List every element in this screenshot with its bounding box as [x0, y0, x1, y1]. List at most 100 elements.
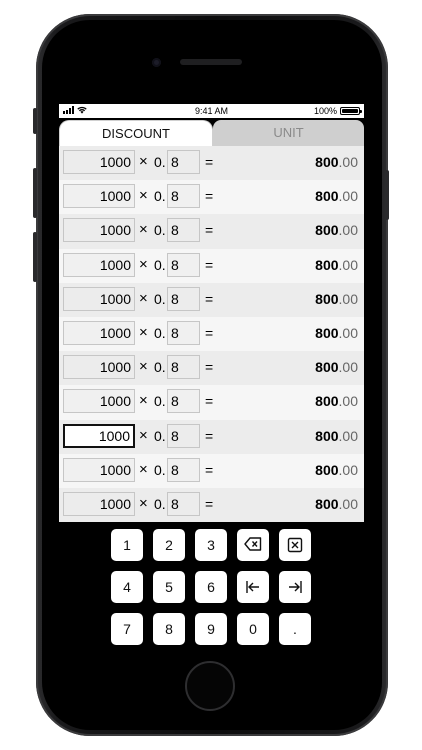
backspace-key[interactable] [237, 529, 269, 561]
earpiece-speaker [180, 59, 242, 65]
tab-bar: DISCOUNT UNIT [59, 118, 364, 146]
key-1[interactable]: 1 [111, 529, 143, 561]
calculation-list: 1000 × 0. 8 = 800.00 1000 × 0. 8 = 800.0… [59, 146, 364, 523]
rate-input[interactable]: 8 [167, 355, 200, 380]
key-5[interactable]: 5 [153, 571, 185, 603]
rate-input[interactable]: 8 [167, 252, 200, 277]
calc-row: 1000 × 0. 8 = 800.00 [59, 180, 364, 215]
rate-input[interactable]: 8 [167, 491, 200, 516]
numeric-keypad: 1 2 3 4 5 6 7 8 9 0 . [59, 522, 364, 648]
amount-input[interactable]: 1000 [63, 218, 135, 243]
move-right-key[interactable] [279, 571, 311, 603]
amount-input[interactable]: 1000 [63, 252, 135, 277]
calc-row: 1000 × 0. 8 = 800.00 [59, 385, 364, 420]
rate-prefix: 0. [154, 461, 166, 478]
tab-unit[interactable]: UNIT [213, 120, 364, 146]
calc-row: 1000 × 0. 8 = 800.00 [59, 146, 364, 181]
times-sign: × [139, 221, 148, 239]
key-3[interactable]: 3 [195, 529, 227, 561]
equals-sign: = [205, 188, 214, 205]
times-sign: × [139, 323, 148, 341]
equals-sign: = [205, 461, 214, 478]
times-sign: × [139, 494, 148, 512]
calc-row: 1000 × 0. 8 = 800.00 [59, 487, 364, 523]
calc-row: 1000 × 0. 8 = 800.00 [59, 214, 364, 249]
amount-input[interactable]: 1000 [63, 457, 135, 482]
move-left-icon [246, 581, 259, 593]
home-button[interactable] [185, 661, 235, 711]
times-sign: × [139, 426, 148, 444]
move-left-key[interactable] [237, 571, 269, 603]
result-value: 800.00 [315, 359, 358, 376]
calc-row: 1000 × 0. 8 = 800.00 [59, 419, 364, 454]
rate-input[interactable]: 8 [167, 150, 200, 174]
rate-prefix: 0. [154, 188, 166, 205]
result-value: 800.00 [315, 461, 358, 478]
times-sign: × [139, 358, 148, 376]
rate-input[interactable]: 8 [167, 218, 200, 243]
volume-down-button [33, 232, 37, 282]
rate-input[interactable]: 8 [167, 457, 200, 482]
calc-row: 1000 × 0. 8 = 800.00 [59, 282, 364, 317]
backspace-icon [244, 537, 262, 551]
times-sign: × [139, 392, 148, 410]
tab-discount[interactable]: DISCOUNT [59, 120, 213, 146]
calc-row: 1000 × 0. 8 = 800.00 [59, 351, 364, 386]
volume-up-button [33, 168, 37, 218]
times-sign: × [139, 460, 148, 478]
result-value: 800.00 [315, 154, 358, 170]
key-7[interactable]: 7 [111, 613, 143, 645]
rate-prefix: 0. [154, 393, 166, 410]
rate-input[interactable]: 8 [167, 423, 200, 448]
amount-input[interactable]: 1000 [63, 286, 135, 311]
calc-row: 1000 × 0. 8 = 800.00 [59, 453, 364, 488]
rate-prefix: 0. [154, 154, 166, 170]
app-screen: 9:41 AM 100% DISCOUNT UNIT 1000 × 0. 8 =… [59, 104, 364, 648]
times-sign: × [139, 255, 148, 273]
rate-input[interactable]: 8 [167, 320, 200, 345]
equals-sign: = [205, 154, 214, 170]
calc-row: 1000 × 0. 8 = 800.00 [59, 248, 364, 283]
result-value: 800.00 [315, 222, 358, 239]
amount-input[interactable]: 1000 [63, 355, 135, 380]
clear-key[interactable] [279, 529, 311, 561]
result-value: 800.00 [315, 256, 358, 273]
equals-sign: = [205, 290, 214, 307]
rate-input[interactable]: 8 [167, 184, 200, 209]
equals-sign: = [205, 427, 214, 444]
status-bar: 9:41 AM 100% [59, 104, 364, 118]
key-0[interactable]: 0 [237, 613, 269, 645]
key-9[interactable]: 9 [195, 613, 227, 645]
amount-input-focused[interactable]: 1000 [63, 423, 135, 448]
amount-input[interactable]: 1000 [63, 184, 135, 209]
rate-prefix: 0. [154, 427, 166, 444]
calc-row: 1000 × 0. 8 = 800.00 [59, 316, 364, 352]
key-6[interactable]: 6 [195, 571, 227, 603]
rate-prefix: 0. [154, 222, 166, 239]
key-2[interactable]: 2 [153, 529, 185, 561]
equals-sign: = [205, 222, 214, 239]
key-decimal[interactable]: . [279, 613, 311, 645]
amount-input[interactable]: 1000 [63, 389, 135, 414]
rate-prefix: 0. [154, 290, 166, 307]
result-value: 800.00 [315, 495, 358, 512]
result-value: 800.00 [315, 427, 358, 444]
amount-input[interactable]: 1000 [63, 491, 135, 516]
rate-prefix: 0. [154, 324, 166, 341]
rate-prefix: 0. [154, 495, 166, 512]
front-camera [152, 58, 161, 67]
power-button [385, 170, 389, 220]
key-8[interactable]: 8 [153, 613, 185, 645]
rate-input[interactable]: 8 [167, 389, 200, 414]
equals-sign: = [205, 324, 214, 341]
times-sign: × [139, 153, 148, 170]
key-4[interactable]: 4 [111, 571, 143, 603]
amount-input[interactable]: 1000 [63, 150, 135, 174]
rate-input[interactable]: 8 [167, 286, 200, 311]
equals-sign: = [205, 256, 214, 273]
equals-sign: = [205, 359, 214, 376]
amount-input[interactable]: 1000 [63, 320, 135, 345]
result-value: 800.00 [315, 188, 358, 205]
mute-switch [33, 108, 37, 134]
battery-percent: 100% [313, 106, 337, 116]
